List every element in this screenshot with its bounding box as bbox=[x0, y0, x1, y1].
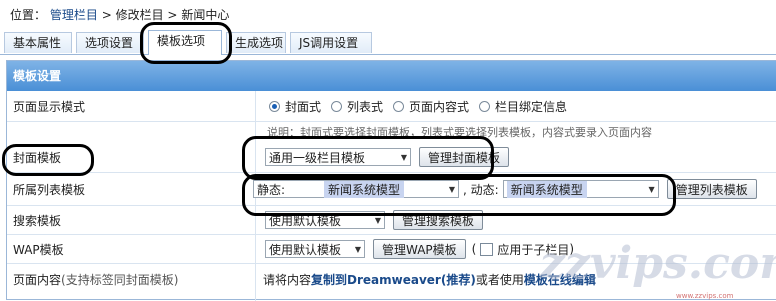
page-content-label: 页面内容 (支持标签同封面模板) bbox=[13, 264, 178, 294]
page-content-instructions: 请将内容 复制到Dreamweaver(推荐) 或者使用 模板在线编辑 bbox=[263, 264, 596, 294]
search-template-controls: 使用默认模板 ▼ 管理搜索模板 bbox=[265, 206, 484, 234]
radio-list[interactable] bbox=[331, 100, 343, 112]
row-search-template: 搜索模板 使用默认模板 ▼ 管理搜索模板 bbox=[7, 206, 776, 235]
manage-search-template-button[interactable]: 管理搜索模板 bbox=[393, 210, 484, 230]
row-list-template: 所属列表模板 静态: 新闻系统模型 ▼ , 动态: 新闻系统模型 ▼ 管理列表模… bbox=[7, 173, 776, 206]
dynamic-list-template-value: 新闻系统模型 bbox=[506, 180, 587, 198]
wap-template-controls: 使用默认模板 ▼ 管理WAP模板 ( 应用于子栏目 ) bbox=[265, 235, 574, 263]
apply-to-subcategories-label: 应用于子栏目 bbox=[497, 242, 570, 257]
copy-to-dreamweaver-link[interactable]: 复制到Dreamweaver(推荐) bbox=[311, 271, 476, 288]
row-cover-template: 封面模板 通用一级栏目模板 ▼ 管理封面模板 bbox=[7, 142, 776, 173]
page-content-label-main: 页面内容 bbox=[13, 272, 62, 287]
static-label: 静态: bbox=[257, 182, 286, 197]
radio-bind-info[interactable] bbox=[479, 100, 491, 112]
search-template-value: 使用默认模板 bbox=[269, 213, 342, 228]
cover-template-label: 封面模板 bbox=[13, 150, 62, 165]
dynamic-list-template-select[interactable]: 新闻系统模型 ▼ bbox=[502, 180, 659, 198]
radio-page-content[interactable] bbox=[393, 100, 405, 112]
cover-template-controls: 通用一级栏目模板 ▼ 管理封面模板 bbox=[265, 142, 510, 172]
template-settings-panel: 模板设置 页面显示模式 封面式 列表式 页面内容式 栏目绑定信息 说明：封面式要… bbox=[6, 60, 776, 301]
row-note: 说明：封面式要选择封面模板，列表式要选择列表模板，内容式要录入页面内容 bbox=[7, 122, 776, 142]
panel-title: 模板设置 bbox=[7, 61, 776, 91]
wap-template-value: 使用默认模板 bbox=[269, 242, 342, 257]
radio-page-content-label: 页面内容式 bbox=[409, 99, 470, 114]
cover-template-select[interactable]: 通用一级栏目模板 ▼ bbox=[265, 148, 411, 166]
list-template-label: 所属列表模板 bbox=[13, 182, 86, 197]
breadcrumb-prefix: 位置： bbox=[10, 8, 47, 22]
wap-template-select[interactable]: 使用默认模板 ▼ bbox=[265, 240, 365, 258]
chevron-down-icon: ▼ bbox=[400, 152, 407, 162]
chevron-down-icon: ▼ bbox=[648, 184, 655, 194]
static-list-template-value: 新闻系统模型 bbox=[323, 180, 404, 198]
radio-list-label: 列表式 bbox=[347, 99, 384, 114]
breadcrumb: 位置： 管理栏目 > 修改栏目 > 新闻中心 bbox=[0, 0, 776, 30]
apply-to-subcategories-checkbox[interactable] bbox=[480, 242, 494, 256]
content-text-1: 请将内容 bbox=[263, 272, 312, 287]
tab-basic-properties[interactable]: 基本属性 bbox=[4, 32, 72, 53]
content-text-3: 或者使用 bbox=[475, 272, 524, 287]
radio-cover[interactable] bbox=[269, 100, 280, 112]
online-template-edit-link[interactable]: 模板在线编辑 bbox=[524, 271, 596, 288]
breadcrumb-manage-category[interactable]: 管理栏目 bbox=[50, 8, 98, 22]
radio-bind-info-label: 栏目绑定信息 bbox=[495, 99, 568, 114]
display-mode-label: 页面显示模式 bbox=[13, 99, 86, 114]
row-wap-template: WAP模板 使用默认模板 ▼ 管理WAP模板 ( 应用于子栏目 ) bbox=[7, 235, 776, 264]
tab-generate-options[interactable]: 生成选项 bbox=[226, 32, 286, 53]
tab-js-settings[interactable]: JS调用设置 bbox=[290, 32, 372, 53]
watermark-url: www.zzvips.com bbox=[676, 292, 734, 300]
manage-wap-template-button[interactable]: 管理WAP模板 bbox=[373, 239, 466, 259]
row-page-content: 页面内容 (支持标签同封面模板) 请将内容 复制到Dreamweaver(推荐)… bbox=[7, 264, 776, 294]
display-mode-options: 封面式 列表式 页面内容式 栏目绑定信息 bbox=[259, 91, 567, 121]
list-template-controls: 静态: 新闻系统模型 ▼ , 动态: 新闻系统模型 ▼ 管理列表模板 bbox=[253, 173, 757, 205]
static-list-template-select[interactable]: 静态: 新闻系统模型 ▼ bbox=[253, 180, 459, 198]
breadcrumb-edit-category: 修改栏目 bbox=[115, 8, 164, 22]
paren-open: ( bbox=[471, 242, 477, 256]
search-template-select[interactable]: 使用默认模板 ▼ bbox=[265, 211, 385, 229]
chevron-down-icon: ▼ bbox=[448, 184, 455, 194]
cover-template-value: 通用一级栏目模板 bbox=[269, 150, 366, 165]
manage-list-template-button[interactable]: 管理列表模板 bbox=[666, 179, 757, 199]
tab-option-settings[interactable]: 选项设置 bbox=[76, 32, 144, 53]
chevron-down-icon: ▼ bbox=[354, 244, 361, 254]
display-mode-note: 说明：封面式要选择封面模板，列表式要选择列表模板，内容式要录入页面内容 bbox=[267, 126, 652, 139]
wap-template-label: WAP模板 bbox=[13, 242, 64, 257]
paren-close: ) bbox=[569, 242, 575, 256]
breadcrumb-current: 新闻中心 bbox=[181, 8, 230, 22]
manage-cover-template-button[interactable]: 管理封面模板 bbox=[419, 147, 510, 167]
radio-cover-label: 封面式 bbox=[285, 99, 322, 114]
page-content-label-sub: (支持标签同封面模板) bbox=[61, 272, 179, 287]
row-display-mode: 页面显示模式 封面式 列表式 页面内容式 栏目绑定信息 bbox=[7, 91, 776, 122]
breadcrumb-separator: > bbox=[101, 8, 112, 22]
tab-template-options[interactable]: 模板选项 bbox=[148, 30, 222, 55]
dynamic-label: , 动态: bbox=[463, 182, 499, 197]
tab-bar: 基本属性 选项设置 模板选项 生成选项 JS调用设置 bbox=[0, 30, 776, 55]
breadcrumb-separator: > bbox=[167, 8, 178, 22]
search-template-label: 搜索模板 bbox=[13, 213, 62, 228]
chevron-down-icon: ▼ bbox=[374, 215, 381, 225]
